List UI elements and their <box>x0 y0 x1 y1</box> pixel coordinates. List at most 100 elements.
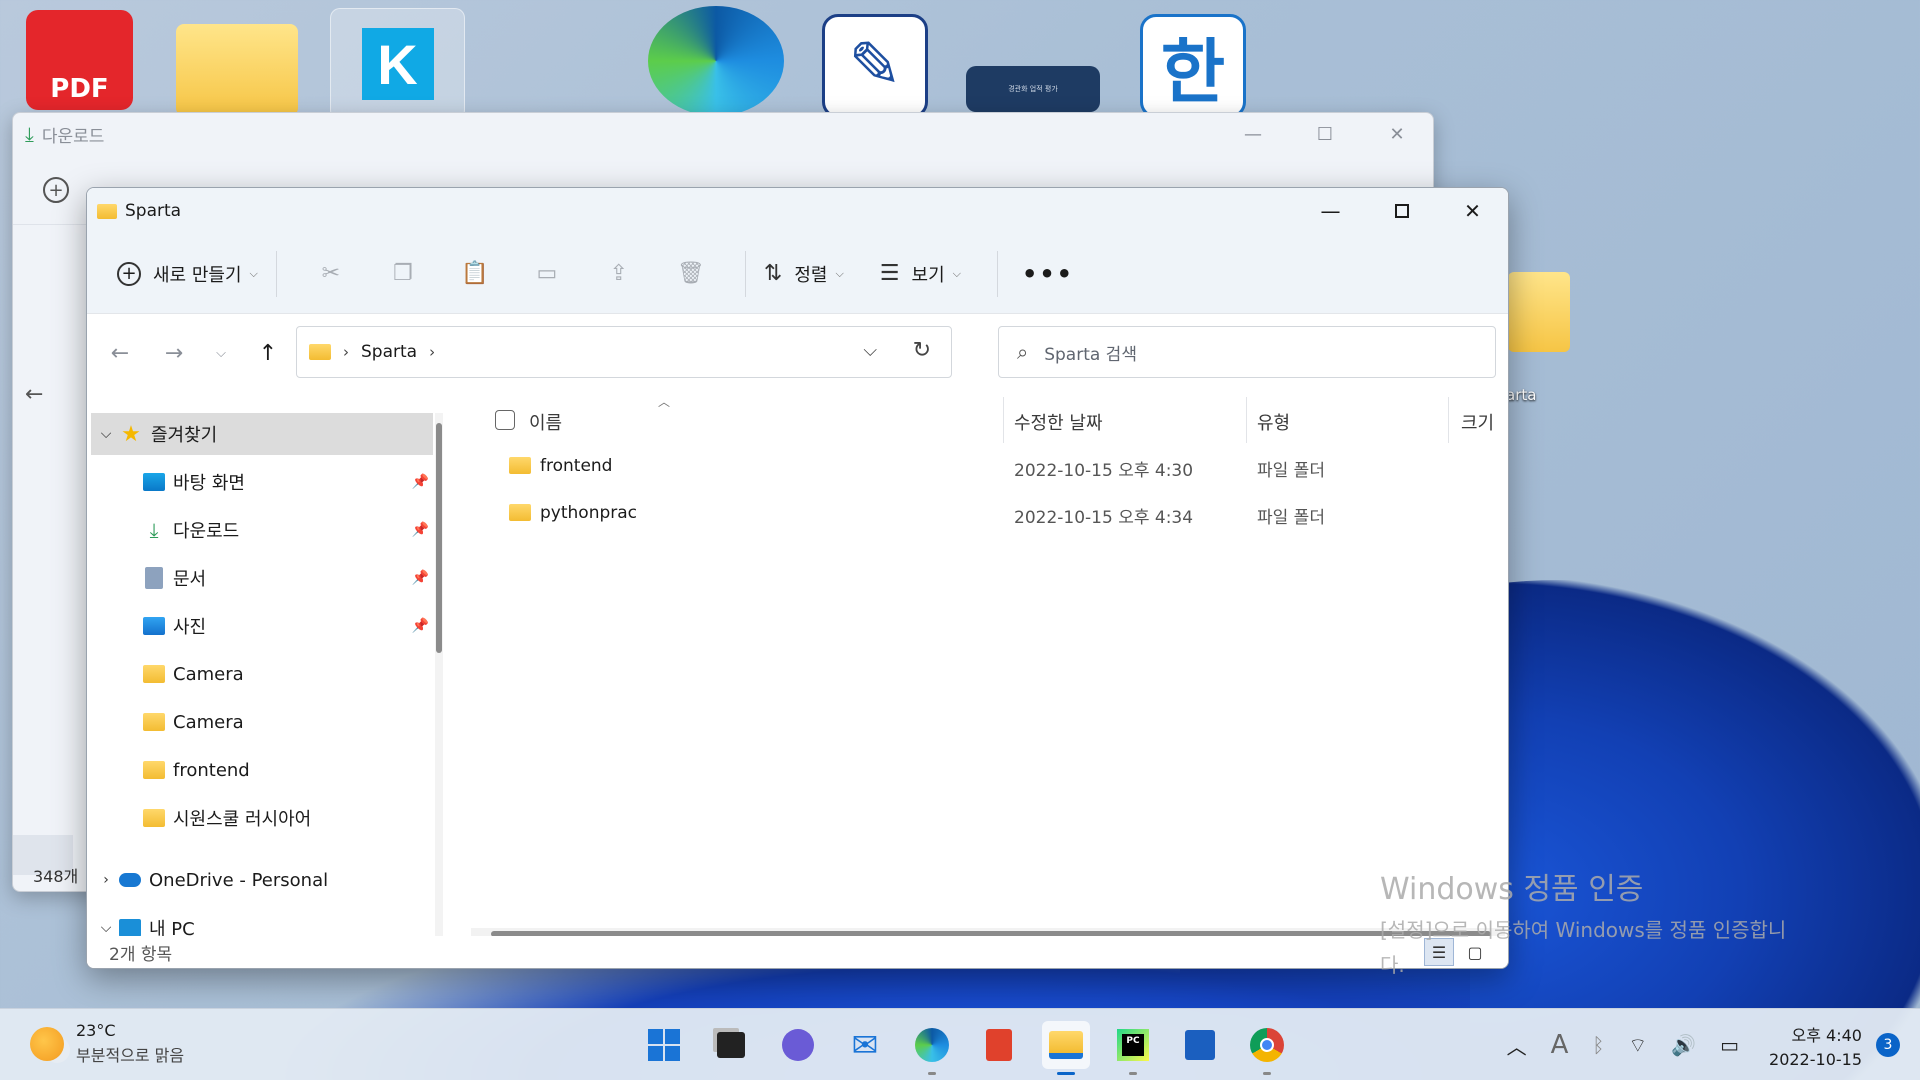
minimize-button[interactable]: — <box>1217 113 1289 155</box>
column-size[interactable]: 크기 <box>1461 409 1494 435</box>
back-arrow-icon[interactable]: ← <box>93 341 147 366</box>
maximize-button[interactable] <box>1366 188 1437 234</box>
forward-arrow-icon[interactable]: → <box>147 341 201 366</box>
store-icon[interactable] <box>1176 1021 1224 1069</box>
nav-item-onedrive[interactable]: › OneDrive - Personal <box>93 861 433 899</box>
copy-icon[interactable]: ❐ <box>367 261 439 286</box>
task-view-icon[interactable] <box>707 1021 755 1069</box>
file-explorer-icon[interactable] <box>1042 1021 1090 1075</box>
weather-temp: 23°C <box>76 1021 116 1040</box>
notification-badge[interactable]: 3 <box>1876 1033 1900 1057</box>
folder-icon <box>309 344 331 360</box>
table-row[interactable]: pythonprac 2022-10-15 오후 4:34 파일 폴더 <box>457 494 1508 532</box>
desktop-sparta-folder-label[interactable]: arta <box>1506 386 1536 404</box>
address-dropdown-icon[interactable]: ⌵ <box>863 340 877 361</box>
nav-item-pictures[interactable]: 사진 📌 <box>143 607 433 645</box>
status-bar: 2개 항목 ☰ ▢ <box>87 936 1508 968</box>
more-options-button[interactable]: ••• <box>1022 260 1074 288</box>
battery-icon[interactable]: ▭ <box>1720 1033 1739 1057</box>
new-icon[interactable]: + <box>43 177 69 203</box>
column-divider[interactable] <box>1246 397 1247 443</box>
delete-icon[interactable]: 🗑 <box>655 261 727 286</box>
desktop-pdf-app-icon[interactable]: PDF <box>26 10 133 110</box>
search-input[interactable]: ⌕ Sparta 검색 <box>998 326 1496 378</box>
divider <box>744 250 746 297</box>
table-row[interactable]: frontend 2022-10-15 오후 4:30 파일 폴더 <box>457 447 1508 485</box>
running-indicator <box>1263 1072 1271 1075</box>
new-label: 새로 만들기 <box>153 264 242 286</box>
pycharm-icon[interactable]: PC <box>1109 1021 1157 1075</box>
column-type[interactable]: 유형 <box>1257 409 1290 435</box>
desktop-folder-icon[interactable] <box>176 24 298 116</box>
running-indicator <box>1129 1072 1137 1075</box>
weather-widget[interactable]: 23°C 부분적으로 맑음 <box>30 1021 184 1066</box>
scrollbar-thumb[interactable] <box>436 423 442 653</box>
sparta-titlebar[interactable]: Sparta — ✕ <box>87 188 1508 234</box>
nav-item-siwonschool[interactable]: 시원스쿨 러시아어 <box>143 799 433 837</box>
pc-icon <box>119 919 141 937</box>
chevron-down-icon: ⌵ <box>100 920 112 936</box>
edge-icon[interactable] <box>908 1021 956 1075</box>
clock[interactable]: 오후 4:40 2022-10-15 <box>1769 1022 1862 1069</box>
office-icon[interactable] <box>975 1021 1023 1069</box>
nav-scrollbar[interactable] <box>435 413 443 940</box>
column-divider[interactable] <box>1003 397 1004 443</box>
share-icon[interactable]: ⇪ <box>583 261 655 286</box>
nav-item-camera[interactable]: Camera <box>143 703 433 741</box>
desktop-hancom-icon[interactable]: 한 <box>1140 14 1246 118</box>
desktop-edge-icon[interactable] <box>648 6 784 116</box>
running-indicator <box>928 1072 936 1075</box>
new-button[interactable]: + 새로 만들기 ⌵ <box>117 261 258 287</box>
divider <box>275 250 277 297</box>
ime-indicator[interactable]: A <box>1551 1030 1569 1060</box>
plus-icon: + <box>117 261 141 286</box>
start-icon[interactable] <box>640 1021 688 1069</box>
nav-item-downloads[interactable]: ⤓ 다운로드 📌 <box>143 511 433 549</box>
desktop-k-app-icon[interactable]: K <box>330 8 465 120</box>
volume-icon[interactable]: 🔊 <box>1671 1033 1696 1057</box>
desktop-notepad-icon[interactable]: ✎ <box>822 14 928 118</box>
paste-icon[interactable]: 📋 <box>439 261 511 286</box>
chrome-icon[interactable] <box>1243 1021 1291 1075</box>
column-divider[interactable] <box>1448 397 1449 443</box>
breadcrumb-sparta[interactable]: Sparta <box>361 342 417 362</box>
view-button[interactable]: ☰ 보기 ⌵ <box>880 261 961 287</box>
mail-icon[interactable]: ✉ <box>841 1021 889 1069</box>
nav-item-frontend[interactable]: frontend <box>143 751 433 789</box>
view-label: 보기 <box>911 264 945 286</box>
nav-item-desktop[interactable]: 바탕 화면 📌 <box>143 463 433 501</box>
explorer-body: ⌵ ★ 즐겨찾기 바탕 화면 📌 ⤓ 다운로드 📌 문서 📌 사진 📌 Came… <box>87 393 1508 968</box>
cut-icon[interactable]: ✂ <box>295 261 367 286</box>
select-all-checkbox[interactable] <box>495 410 515 430</box>
minimize-button[interactable]: — <box>1295 188 1366 234</box>
chevron-up-icon[interactable]: ︿ <box>1507 1031 1527 1060</box>
nav-item-documents[interactable]: 문서 📌 <box>143 559 433 597</box>
file-type: 파일 폴더 <box>1257 508 1325 528</box>
sort-button[interactable]: ⇅ 정렬 ⌵ <box>764 261 844 287</box>
back-arrow-icon[interactable]: ← <box>25 375 85 413</box>
recent-locations-chevron-icon[interactable]: ⌵ <box>201 346 241 361</box>
desktop-doc-thumbnail[interactable]: 경관화 업적 평가 <box>966 66 1100 112</box>
bluetooth-icon[interactable]: ᛒ <box>1592 1033 1604 1057</box>
address-bar[interactable]: › Sparta › ⌵ ↻ <box>296 326 952 378</box>
wifi-icon[interactable]: ⌔ <box>1628 1033 1647 1058</box>
maximize-button[interactable]: ☐ <box>1289 113 1361 155</box>
sparta-explorer-window[interactable]: Sparta — ✕ + 새로 만들기 ⌵ ✂ ❐ 📋 ▭ ⇪ 🗑 ⇅ 정렬 ⌵… <box>86 187 1509 969</box>
chevron-down-icon: ⌵ <box>249 266 258 280</box>
chat-icon[interactable] <box>774 1021 822 1069</box>
column-modified[interactable]: 수정한 날짜 <box>1014 409 1103 435</box>
taskbar: 23°C 부분적으로 맑음 ✉ PC ︿ A ᛒ ⌔ 🔊 ▭ 오후 4:40 2… <box>0 1008 1920 1080</box>
folder-icon <box>143 713 165 731</box>
rename-icon[interactable]: ▭ <box>511 261 583 286</box>
refresh-icon[interactable]: ↻ <box>913 338 931 363</box>
chevron-down-icon: ⌵ <box>100 426 112 442</box>
desktop-sparta-folder-icon[interactable] <box>1508 272 1570 352</box>
nav-item-camera[interactable]: Camera <box>143 655 433 693</box>
close-button[interactable]: ✕ <box>1437 188 1508 234</box>
nav-item-favorites[interactable]: ⌵ ★ 즐겨찾기 <box>93 415 433 453</box>
pin-icon: 📌 <box>411 474 429 490</box>
up-arrow-icon[interactable]: ↑ <box>241 341 295 366</box>
column-name[interactable]: 이름 <box>529 409 562 435</box>
chevron-down-icon: ⌵ <box>952 266 961 280</box>
close-button[interactable]: ✕ <box>1361 113 1433 155</box>
